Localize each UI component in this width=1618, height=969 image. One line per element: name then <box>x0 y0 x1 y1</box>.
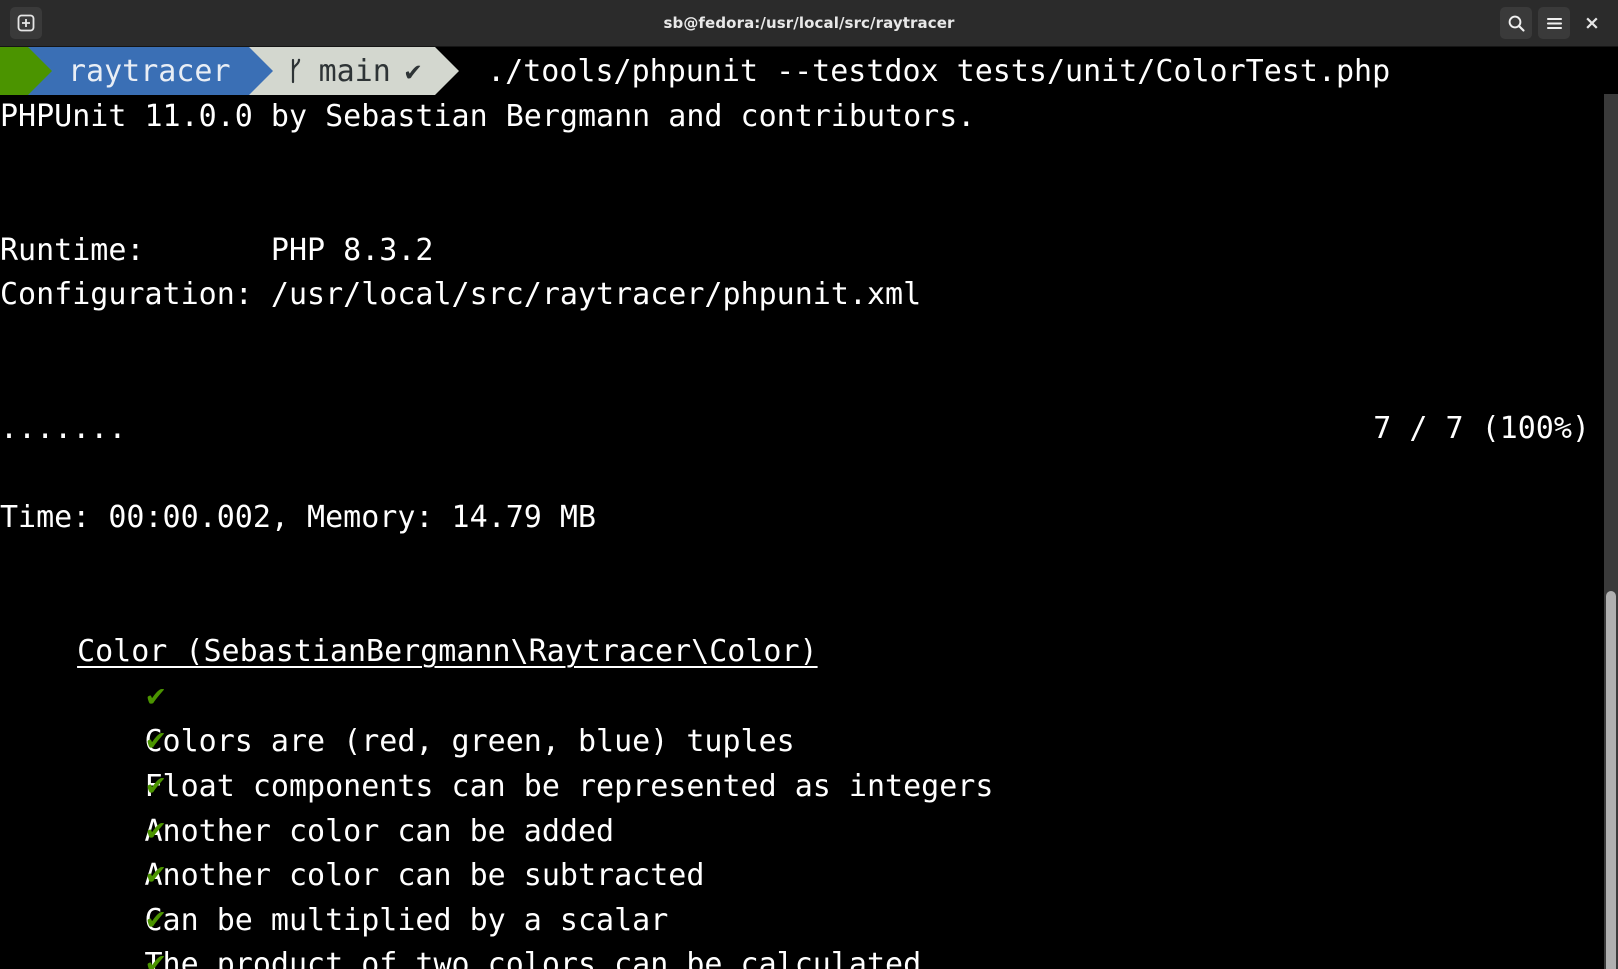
test-pass-check-icon: ✔ <box>144 860 168 892</box>
test-name: Can be multiplied by a scalar <box>144 902 669 938</box>
titlebar: sb@fedora:/usr/local/src/raytracer × <box>0 0 1618 47</box>
test-pass-check-icon: ✔ <box>144 726 168 758</box>
terminal-window: sb@fedora:/usr/local/src/raytracer × ray… <box>0 0 1618 969</box>
git-branch-icon <box>285 56 305 86</box>
branch-clean-check-icon: ✔ <box>404 55 422 87</box>
prompt-context-arrow-icon <box>248 47 273 95</box>
test-pass-check-icon: ✔ <box>144 815 168 847</box>
command-text: ./tools/phpunit --testdox tests/unit/Col… <box>487 53 1391 89</box>
progress-line: ....... 7 / 7 (100%) <box>0 407 1618 452</box>
test-name: Float components can be represented as i… <box>144 768 994 804</box>
phpunit-banner: PHPUnit 11.0.0 by Sebastian Bergmann and… <box>0 99 976 134</box>
titlebar-left-controls <box>10 7 42 39</box>
new-tab-icon[interactable] <box>10 7 42 39</box>
test-pass-check-icon: ✔ <box>144 904 168 936</box>
timing-line: Time: 00:00.002, Memory: 14.79 MB <box>0 500 597 536</box>
suite-heading: Color (SebastianBergmann\Raytracer\Color… <box>0 586 1618 669</box>
close-icon[interactable]: × <box>1576 7 1608 39</box>
test-row: ✔ Float components can be represented as… <box>0 675 1618 804</box>
prompt-branch-segment: main ✔ <box>272 47 436 95</box>
prompt-branch-label: main <box>318 53 391 89</box>
progress-count: 7 / 7 (100%) <box>1373 411 1590 447</box>
progress-dots: ....... <box>0 411 127 447</box>
test-name: Another color can be added <box>144 813 615 849</box>
window-title: sb@fedora:/usr/local/src/raytracer <box>663 14 955 32</box>
prompt-context-label: raytracer <box>68 53 231 89</box>
terminal-content[interactable]: raytracer main ✔ ./tools/phpunit --testd… <box>0 47 1618 969</box>
suite-heading-text: Color (SebastianBergmann\Raytracer\Color… <box>77 634 818 670</box>
runtime-line: Runtime: PHP 8.3.2 <box>0 232 434 268</box>
test-name: Another color can be subtracted <box>144 858 705 894</box>
close-glyph: × <box>1584 11 1600 34</box>
configuration-line: Configuration: /usr/local/src/raytracer/… <box>0 277 922 313</box>
prompt-context-segment: raytracer <box>52 47 249 95</box>
test-pass-check-icon: ✔ <box>144 770 168 802</box>
scrollbar[interactable] <box>1604 94 1618 969</box>
test-pass-check-icon: ✔ <box>144 681 168 713</box>
test-name: The product of two colors can be calcula… <box>144 947 922 969</box>
shell-prompt-line: raytracer main ✔ ./tools/phpunit --testd… <box>0 47 1618 95</box>
titlebar-right-controls: × <box>1500 7 1608 39</box>
prompt-accent-arrow-icon <box>28 47 52 95</box>
terminal-scroll-region: raytracer main ✔ ./tools/phpunit --testd… <box>0 47 1618 969</box>
search-icon[interactable] <box>1500 7 1532 39</box>
test-name: Colors are (red, green, blue) tuples <box>144 724 795 760</box>
scrollbar-thumb[interactable] <box>1606 591 1616 969</box>
test-pass-check-icon: ✔ <box>144 949 168 969</box>
prompt-branch-arrow-icon <box>435 47 460 95</box>
prompt-accent-segment <box>0 47 28 95</box>
menu-icon[interactable] <box>1538 7 1570 39</box>
